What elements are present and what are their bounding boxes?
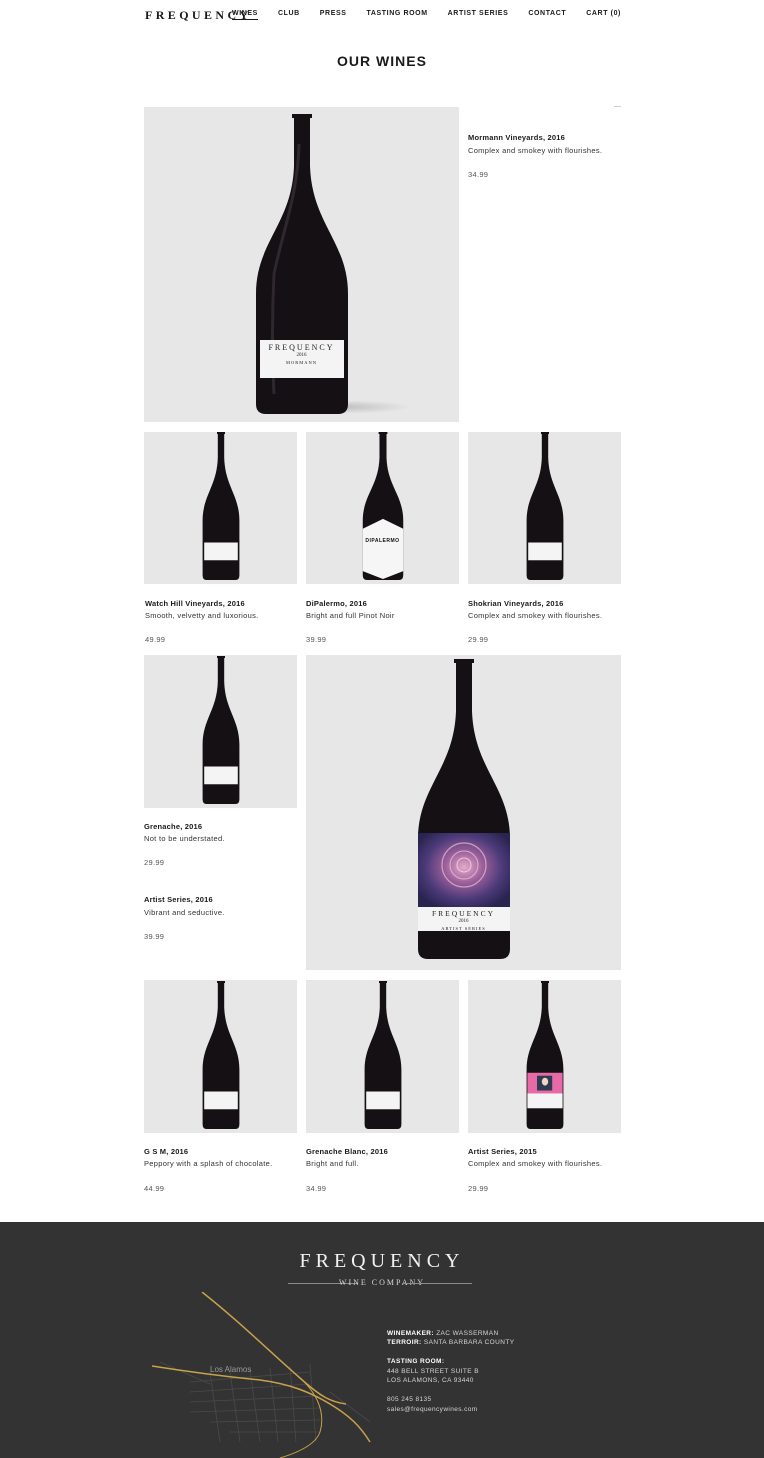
bottle-label-year: 2016 (296, 353, 307, 358)
product-image-watch-hill[interactable] (144, 432, 297, 584)
product-image-artist-series-2016[interactable]: FREQUENCY 2016 ARTIST SERIES (306, 655, 621, 970)
product-price: 29.99 (144, 858, 165, 867)
product-description: Peppory with a splash of chocolate. (144, 1159, 273, 1168)
nav-wines[interactable]: WINES (231, 10, 258, 20)
bottle-label-brand: FREQUENCY (431, 909, 495, 918)
footer-logo: FREQUENCY (299, 1250, 465, 1272)
nav-contact[interactable]: CONTACT (528, 10, 566, 20)
tasting-room-label: TASTING ROOM: (387, 1358, 445, 1365)
product-description: Complex and smokey with flourishes. (468, 1159, 603, 1168)
terroir-value: SANTA BARBARA COUNTY (423, 1339, 515, 1346)
footer-subtitle: WINE COMPANY (338, 1278, 426, 1287)
nav-club[interactable]: CLUB (278, 10, 300, 20)
product-description: Bright and full. (306, 1159, 359, 1168)
wine-bottle-icon (362, 432, 403, 580)
winemaker-info: WINEMAKER: ZAC WASSERMAN (387, 1330, 499, 1337)
product-description: Complex and smokey with flourishes. (468, 146, 603, 155)
product-name[interactable]: Artist Series, 2015 (468, 1147, 537, 1156)
winemaker-name: ZAC WASSERMAN (436, 1330, 499, 1337)
product-image-grenache[interactable] (144, 655, 297, 808)
product-description: Smooth, velvetty and luxorious. (145, 611, 259, 620)
page-title: OUR WINES (337, 53, 427, 69)
product-image-mormann[interactable]: FREQUENCY 2016 MORMANN (144, 107, 459, 422)
phone-link[interactable]: 805 245 8135 (387, 1396, 432, 1403)
map-town-label: Los Alamos (210, 1365, 252, 1374)
wine-bottle-icon (202, 981, 239, 1129)
product-name[interactable]: Watch Hill Vineyards, 2016 (145, 599, 245, 608)
email-link[interactable]: sales@frequencywines.com (387, 1406, 478, 1413)
site-footer: FREQUENCY WINE COMPANY Los Alamos WINEMA… (0, 1222, 764, 1458)
product-price: 39.99 (144, 932, 165, 941)
nav-cart[interactable]: CART (0) (586, 10, 621, 20)
wine-bottle-icon (526, 432, 563, 580)
product-name[interactable]: G S M, 2016 (144, 1147, 188, 1156)
product-price: 29.99 (468, 635, 489, 644)
nav-tasting-room[interactable]: TASTING ROOM (367, 10, 428, 20)
wine-bottle-icon (202, 656, 239, 804)
nav-artist-series[interactable]: ARTIST SERIES (448, 10, 509, 20)
bottle-label-year: 2016 (458, 919, 469, 924)
wine-bottle-icon (255, 114, 348, 414)
bottle-label-brand: FREQUENCY (268, 343, 335, 352)
product-name[interactable]: Shokrian Vineyards, 2016 (468, 599, 564, 608)
wine-bottle-icon (526, 981, 563, 1129)
product-description: Vibrant and seductive. (144, 908, 225, 917)
product-price: 39.99 (306, 635, 327, 644)
bottle-label-sub: ARTIST SERIES (441, 926, 486, 931)
divider (402, 1283, 472, 1284)
terroir-label: TERROIR: (387, 1339, 422, 1346)
bottle-label-brand: DIPALERMO (365, 538, 400, 544)
product-name[interactable]: DiPalermo, 2016 (306, 599, 367, 608)
product-price: 49.99 (145, 635, 166, 644)
product-image-grenache-blanc[interactable] (306, 980, 459, 1133)
divider (614, 106, 621, 107)
product-description: Bright and full Pinot Noir (306, 611, 395, 620)
wine-bottle-icon (364, 981, 401, 1129)
bottle-label-sub: MORMANN (285, 360, 317, 365)
product-price: 44.99 (144, 1184, 165, 1193)
product-price: 34.99 (468, 170, 489, 179)
product-price: 34.99 (306, 1184, 327, 1193)
product-name[interactable]: Grenache, 2016 (144, 822, 202, 831)
product-description: Complex and smokey with flourishes. (468, 611, 603, 620)
main-nav: WINES CLUB PRESS TASTING ROOM ARTIST SER… (212, 10, 621, 20)
product-image-dipalermo[interactable]: DIPALERMO (306, 432, 459, 584)
address-line-1: 448 BELL STREET SUITE B (387, 1368, 479, 1375)
product-image-shokrian[interactable] (468, 432, 621, 584)
address-line-2: LOS ALAMONS, CA 93440 (387, 1377, 474, 1384)
product-image-gsm[interactable] (144, 980, 297, 1133)
product-image-artist-series-2015[interactable] (468, 980, 621, 1133)
product-description: Not to be understated. (144, 834, 225, 843)
wine-bottle-icon (202, 432, 239, 580)
product-name[interactable]: Artist Series, 2016 (144, 895, 213, 904)
nav-press[interactable]: PRESS (320, 10, 347, 20)
terroir-info: TERROIR: SANTA BARBARA COUNTY (387, 1339, 514, 1346)
winemaker-label: WINEMAKER: (387, 1330, 434, 1337)
location-map[interactable] (150, 1292, 390, 1458)
product-name[interactable]: Mormann Vineyards, 2016 (468, 133, 565, 142)
product-price: 29.99 (468, 1184, 489, 1193)
product-name[interactable]: Grenache Blanc, 2016 (306, 1147, 388, 1156)
